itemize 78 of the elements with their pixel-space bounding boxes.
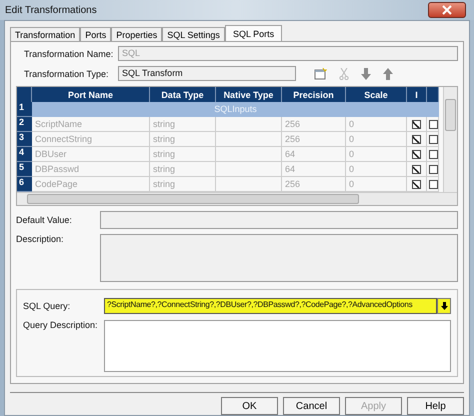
table-cell: 0 (346, 162, 407, 177)
table-cell: 0 (346, 117, 407, 132)
tab[interactable]: Transformation (10, 27, 80, 41)
move-down-icon[interactable] (361, 68, 371, 80)
table-cell: 64 (282, 147, 346, 162)
checkbox[interactable] (412, 180, 421, 188)
row-number: 1 (17, 102, 32, 117)
field-label: Description: (16, 234, 65, 244)
checkbox[interactable] (429, 134, 438, 144)
table-cell: string (150, 162, 216, 177)
column-header[interactable] (427, 87, 439, 102)
checkbox[interactable] (429, 180, 438, 188)
new-port-icon[interactable] (314, 68, 327, 80)
row-number: 6 (17, 177, 32, 192)
checkbox[interactable] (429, 120, 438, 128)
column-header[interactable]: Scale (346, 87, 407, 102)
field-label: Transformation Type: (23, 68, 110, 78)
table-cell (216, 162, 282, 177)
table-cell (216, 132, 282, 147)
dialog-button[interactable]: Help (407, 397, 464, 415)
checkbox[interactable] (429, 164, 438, 174)
close-icon (442, 5, 452, 15)
table-cell: string (150, 132, 216, 147)
table-cell: string (150, 117, 216, 132)
table-cell: 256 (282, 177, 346, 192)
column-header[interactable]: I (407, 87, 427, 102)
field-label: Transformation Name: (23, 48, 114, 58)
type-field[interactable]: SQL Transform (118, 66, 296, 81)
table-cell: 0 (346, 177, 407, 192)
table-cell (216, 117, 282, 132)
window-title: Edit Transformations (5, 4, 97, 16)
table-cell: ScriptName (32, 117, 150, 132)
column-header[interactable]: Data Type (150, 87, 216, 102)
dialog-button[interactable]: Cancel (283, 397, 340, 415)
dialog-button[interactable]: OK (221, 397, 278, 415)
table-cell: 256 (282, 132, 346, 147)
field-label: SQL Query: (23, 301, 72, 311)
table-cell: string (150, 147, 216, 162)
row-number: 4 (17, 147, 32, 162)
table-cell (216, 147, 282, 162)
table-cell: string (150, 177, 216, 192)
query-description-field[interactable] (104, 320, 451, 372)
row-number: 2 (17, 117, 32, 132)
checkbox[interactable] (429, 150, 438, 158)
sql-query-field[interactable]: ?ScriptName?,?ConnectString?,?DBUser?,?DBPasswd?,?CodePage?,?AdvancedOptions (104, 298, 437, 314)
horizontal-scrollbar[interactable] (17, 192, 457, 205)
query-editor-button[interactable] (437, 298, 451, 314)
table-cell: DBUser (32, 147, 150, 162)
tab[interactable]: Properties (111, 27, 162, 41)
column-header[interactable]: Native Type (216, 87, 282, 102)
vertical-scrollbar[interactable] (443, 87, 457, 192)
field-label: Default Value: (16, 215, 73, 225)
row-number: 3 (17, 132, 32, 147)
table-cell: 64 (282, 162, 346, 177)
checkbox[interactable] (412, 164, 421, 174)
close-button[interactable] (428, 2, 466, 18)
checkbox[interactable] (412, 134, 421, 144)
field-label: Query Description: (23, 320, 99, 330)
arrow-down-icon (440, 302, 448, 310)
description-field[interactable] (100, 234, 458, 282)
table-corner (17, 87, 32, 102)
table-cell: 0 (346, 147, 407, 162)
default-value-field[interactable] (100, 211, 458, 229)
tab[interactable]: SQL Settings (162, 27, 225, 41)
tab[interactable]: Ports (80, 27, 112, 41)
table-cell: 256 (282, 117, 346, 132)
table-cell: ConnectString (32, 132, 150, 147)
table-cell (216, 177, 282, 192)
row-number: 5 (17, 162, 32, 177)
table-cell: DBPasswd (32, 162, 150, 177)
column-header[interactable]: Precision (282, 87, 346, 102)
table-cell: CodePage (32, 177, 150, 192)
checkbox[interactable] (412, 120, 421, 128)
tab[interactable]: SQL Ports (224, 25, 282, 41)
table-cell: 0 (346, 132, 407, 147)
column-header[interactable]: Port Name (32, 87, 150, 102)
move-up-icon[interactable] (383, 68, 393, 80)
checkbox[interactable] (412, 150, 421, 158)
